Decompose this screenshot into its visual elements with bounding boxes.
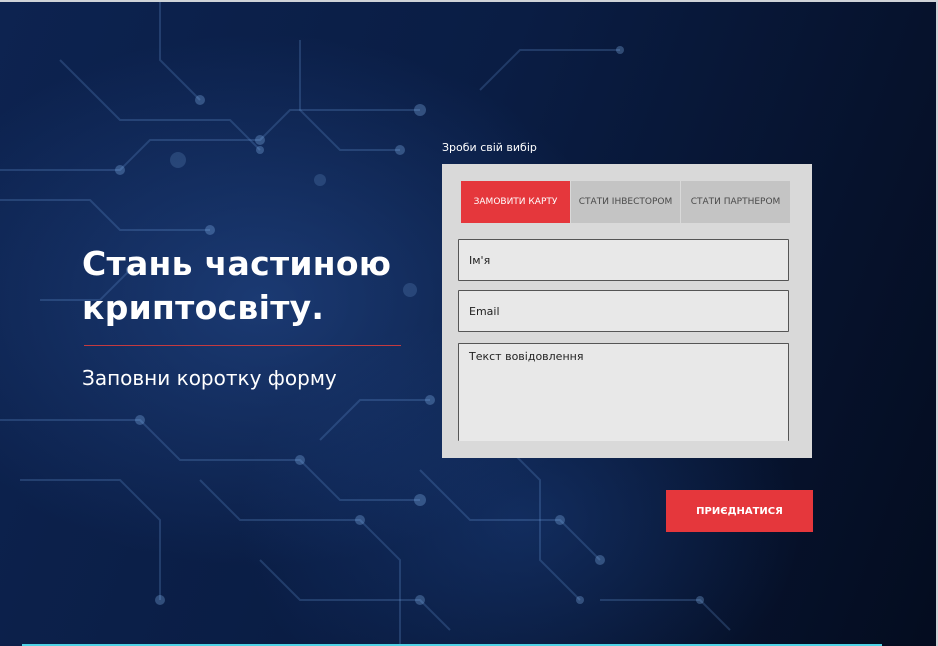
- email-field[interactable]: Email: [458, 290, 789, 332]
- hero-subtitle: Заповни коротку форму: [82, 366, 337, 390]
- tab-become-investor[interactable]: СТАТИ ІНВЕСТОРОМ: [571, 181, 680, 223]
- tab-order-card[interactable]: ЗАМОВИТИ КАРТУ: [461, 181, 570, 223]
- hero-title: Стань частиною криптосвіту.: [82, 242, 422, 330]
- join-button[interactable]: ПРИЄДНАТИСЯ: [666, 490, 813, 532]
- hero-title-line-2: криптосвіту.: [82, 288, 325, 327]
- tab-become-partner[interactable]: СТАТИ ПАРТНЕРОМ: [681, 181, 790, 223]
- hero-title-line-1: Стань частиною: [82, 244, 392, 283]
- form-heading: Зроби свій вибір: [442, 141, 537, 154]
- hero-divider: [84, 345, 401, 346]
- window-top-border: [0, 0, 938, 2]
- message-textarea[interactable]: Текст вовідовлення: [458, 343, 789, 441]
- name-field[interactable]: Ім'я: [458, 239, 789, 281]
